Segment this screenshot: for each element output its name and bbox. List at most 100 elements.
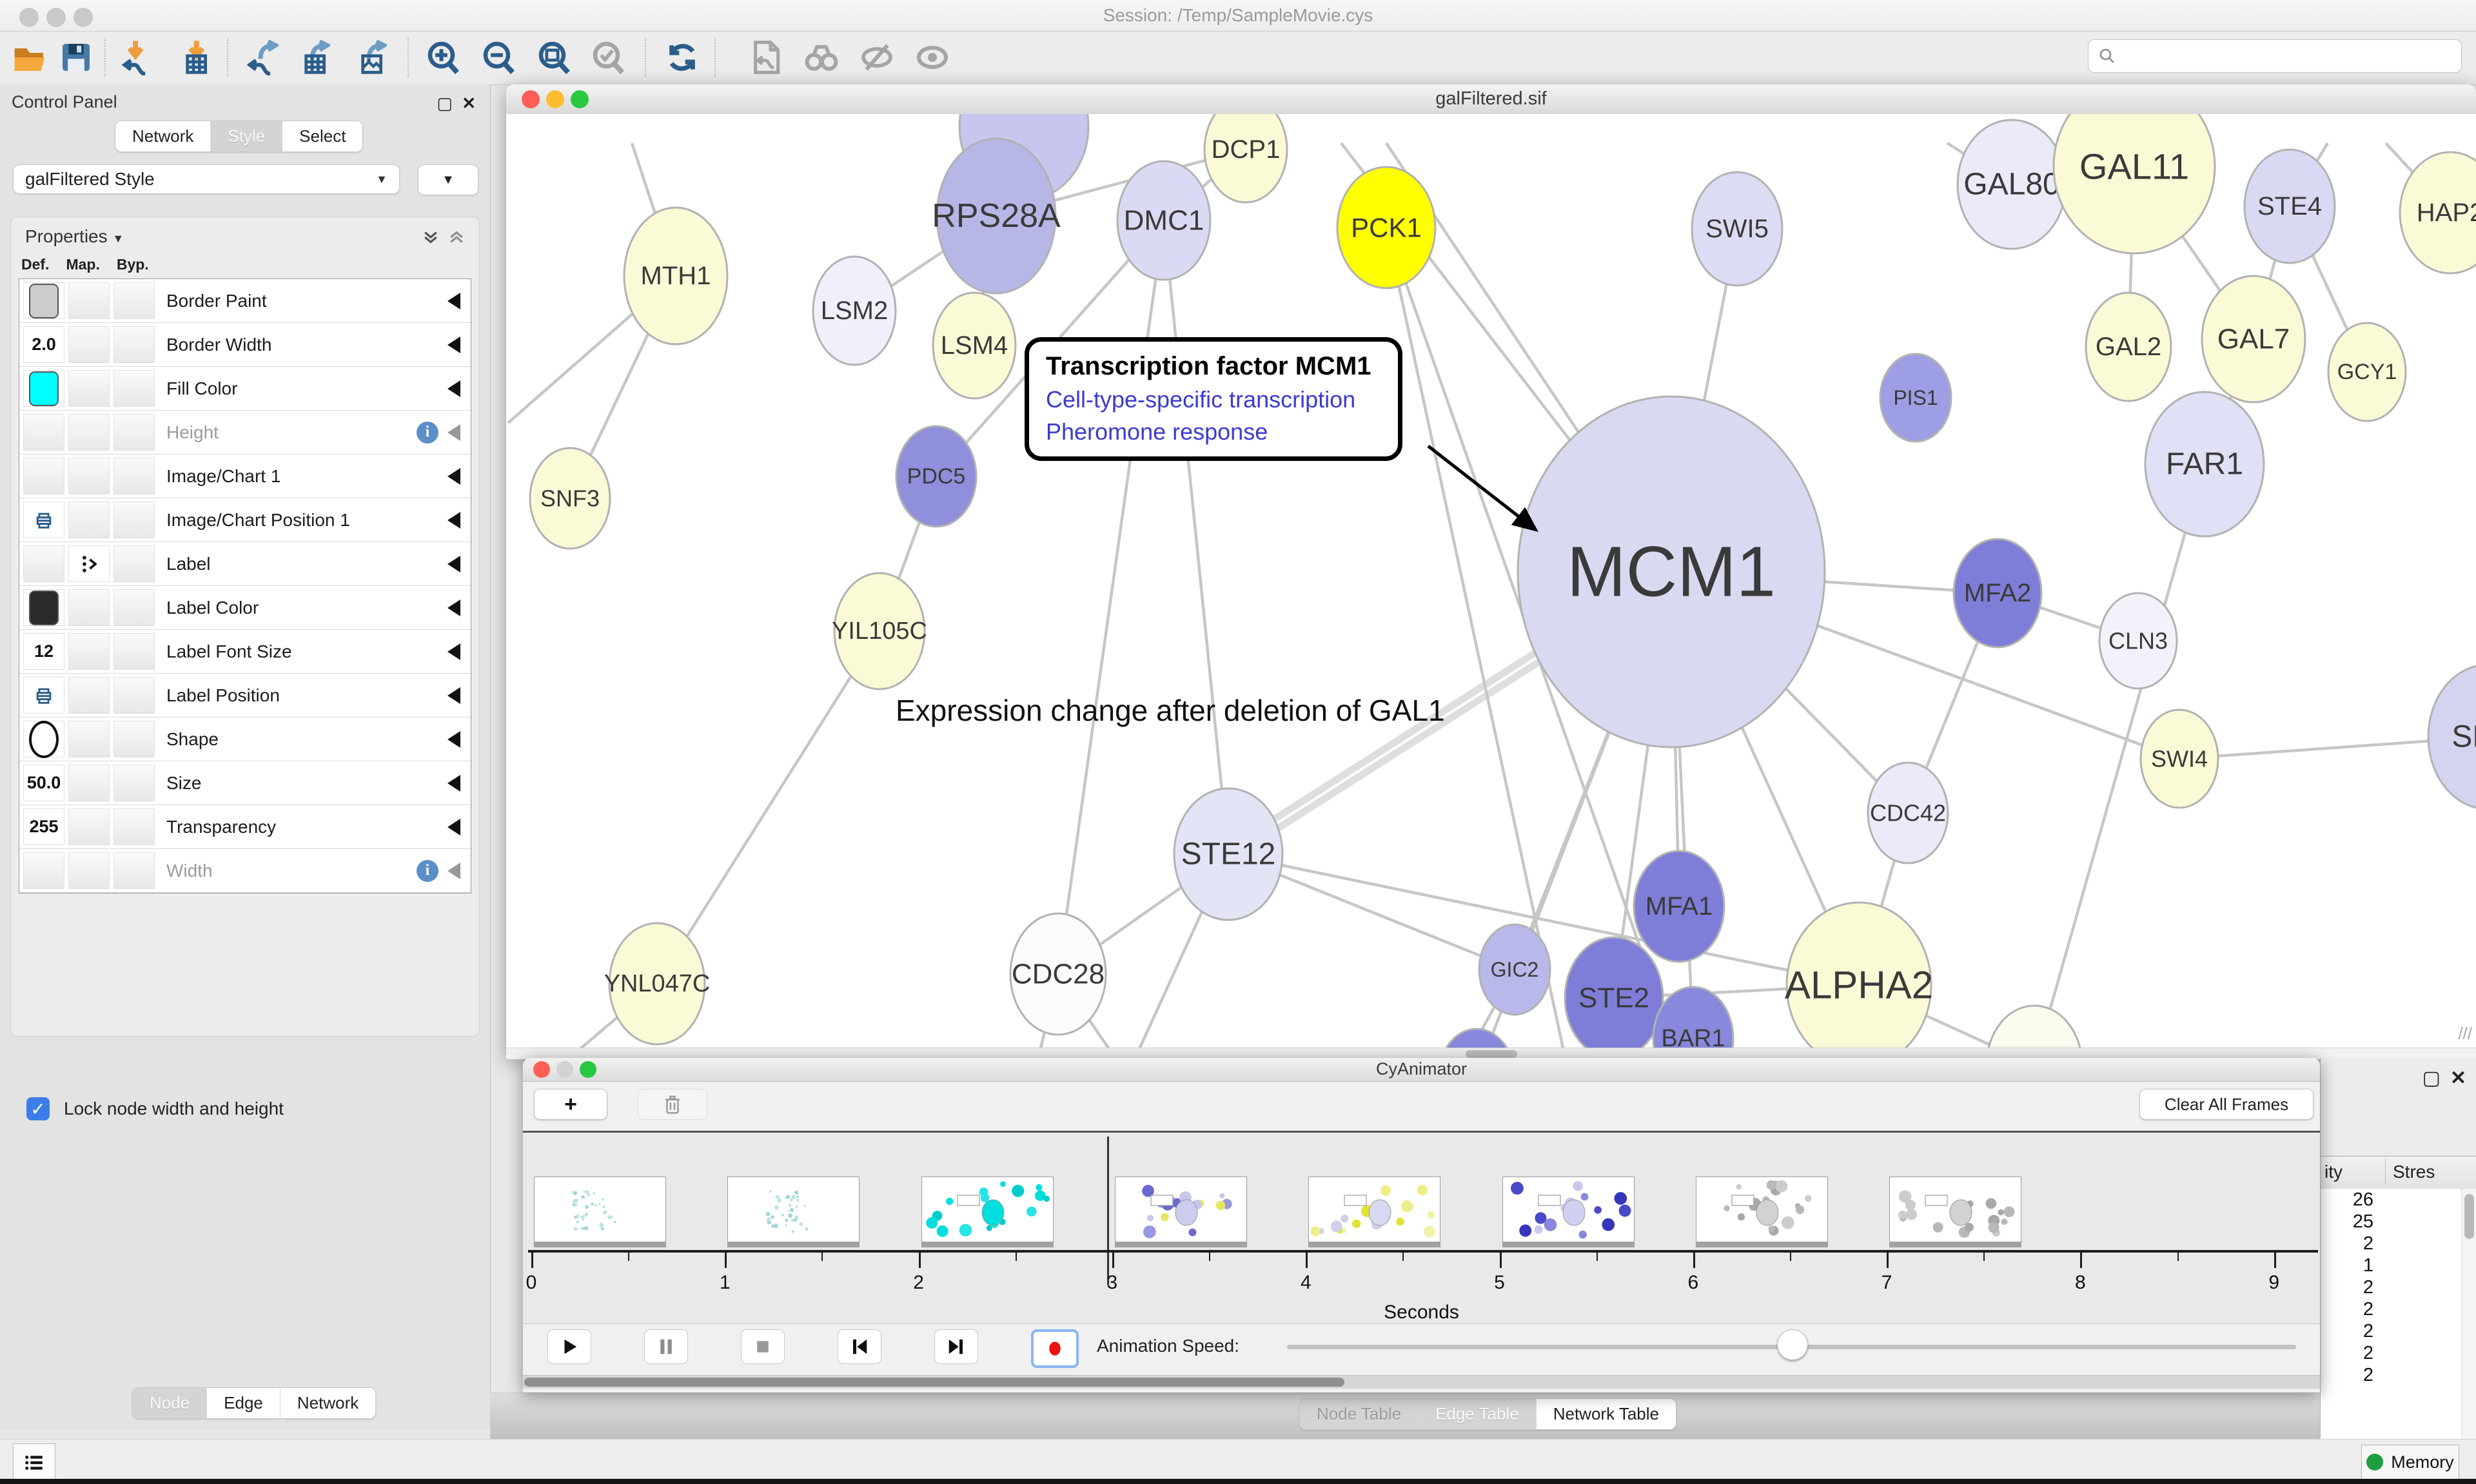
- resize-grip[interactable]: ///: [2458, 1024, 2472, 1044]
- network-node-alpha2[interactable]: ALPHA2: [1785, 903, 1933, 1059]
- network-node-gal11[interactable]: GAL11: [2054, 114, 2215, 253]
- minimize-traffic-light[interactable]: [556, 1061, 573, 1078]
- add-frame-button[interactable]: +: [534, 1089, 607, 1120]
- network-node-slt2[interactable]: SLT2: [2428, 665, 2476, 809]
- bypass-cell[interactable]: [113, 282, 155, 319]
- bypass-cell[interactable]: [113, 458, 155, 494]
- expand-arrow-icon[interactable]: [447, 863, 460, 879]
- network-node-far1[interactable]: FAR1: [2145, 392, 2264, 536]
- memory-button[interactable]: Memory: [2361, 1445, 2459, 1479]
- expand-arrow-icon[interactable]: [447, 731, 460, 748]
- table-cell-value[interactable]: 2: [2321, 1364, 2461, 1386]
- delete-frame-button[interactable]: [638, 1089, 707, 1120]
- tab-select[interactable]: Select: [282, 121, 362, 151]
- table-cell-value[interactable]: 26: [2321, 1189, 2461, 1211]
- annotation-link[interactable]: Cell-type-specific transcription: [1046, 386, 1381, 413]
- network-node-yil105c[interactable]: YIL105C: [832, 573, 927, 689]
- network-node-ste4[interactable]: STE4: [2245, 150, 2335, 263]
- mapping-cell[interactable]: [68, 370, 110, 407]
- expand-arrow-icon[interactable]: [447, 337, 460, 353]
- tab-style[interactable]: Style: [211, 121, 282, 151]
- network-hscroll-thumb[interactable]: [1466, 1050, 1517, 1058]
- maximize-traffic-light[interactable]: [74, 8, 93, 27]
- import-network-icon[interactable]: [115, 37, 156, 78]
- annotation-link[interactable]: Pheromone response: [1046, 418, 1381, 445]
- expand-arrow-icon[interactable]: [447, 468, 460, 485]
- property-row-label-font-size[interactable]: 12Label Font Size: [19, 630, 471, 674]
- mapping-cell[interactable]: [68, 589, 110, 626]
- property-row-label[interactable]: Label: [19, 542, 471, 586]
- chevron-down-icon[interactable]: ▼: [112, 232, 124, 245]
- float-panel-icon[interactable]: ▢: [437, 93, 453, 113]
- mapping-cell[interactable]: [68, 502, 110, 538]
- pause-button[interactable]: [644, 1329, 688, 1364]
- default-cell[interactable]: 12: [23, 633, 64, 670]
- bypass-cell[interactable]: [113, 677, 155, 714]
- save-icon[interactable]: [55, 37, 97, 78]
- network-node-dmc1[interactable]: DMC1: [1117, 161, 1210, 280]
- property-row-fill-color[interactable]: Fill Color: [19, 367, 471, 411]
- property-row-width[interactable]: Widthi: [19, 849, 471, 893]
- network-node-cdc28[interactable]: CDC28: [1010, 913, 1106, 1035]
- default-value[interactable]: 255: [29, 817, 58, 837]
- tab-network-table[interactable]: Network Table: [1537, 1399, 1676, 1429]
- animation-speed-thumb[interactable]: [1777, 1329, 1808, 1360]
- float-panel-icon[interactable]: ▢: [2422, 1067, 2441, 1089]
- stop-button[interactable]: [741, 1329, 785, 1364]
- bypass-cell[interactable]: [113, 545, 155, 582]
- zoom-out-icon[interactable]: [478, 37, 520, 78]
- property-row-shape[interactable]: Shape: [19, 718, 471, 761]
- mapping-cell[interactable]: [68, 282, 110, 319]
- zoom-in-icon[interactable]: [423, 37, 464, 78]
- network-node-gic2[interactable]: GIC2: [1479, 924, 1550, 1015]
- default-cell[interactable]: [23, 414, 64, 451]
- network-node-swi5[interactable]: SWI5: [1692, 172, 1782, 286]
- style-selector[interactable]: galFiltered Style ▼: [13, 164, 400, 194]
- default-cell[interactable]: [23, 458, 64, 494]
- lock-size-row[interactable]: ✓ Lock node width and height: [19, 1097, 284, 1120]
- network-node-mth1[interactable]: MTH1: [624, 208, 727, 344]
- mapping-cell[interactable]: [68, 458, 110, 494]
- close-panel-icon[interactable]: ✕: [462, 93, 476, 113]
- export-image-icon[interactable]: [348, 37, 389, 78]
- bypass-cell[interactable]: [113, 808, 155, 845]
- mapping-cell[interactable]: [68, 852, 110, 889]
- color-swatch[interactable]: [29, 284, 59, 318]
- ellipse-shape-icon[interactable]: [29, 721, 59, 758]
- property-row-transparency[interactable]: 255Transparency: [19, 805, 471, 849]
- refresh-icon[interactable]: [662, 37, 703, 78]
- frame-thumbnail-5[interactable]: [1502, 1176, 1635, 1247]
- tab-edge-table[interactable]: Edge Table: [1419, 1399, 1537, 1429]
- minimize-traffic-light[interactable]: [546, 90, 564, 108]
- default-value[interactable]: 2.0: [32, 335, 56, 355]
- expand-arrow-icon[interactable]: [447, 687, 460, 704]
- bypass-cell[interactable]: [113, 852, 155, 889]
- default-cell[interactable]: 50.0: [23, 765, 64, 801]
- open-folder-icon[interactable]: [9, 37, 50, 78]
- property-row-size[interactable]: 50.0Size: [19, 761, 471, 805]
- default-cell[interactable]: [23, 589, 64, 626]
- network-node-dcp1[interactable]: DCP1: [1204, 114, 1287, 202]
- network-node-ste12[interactable]: STE12: [1174, 788, 1282, 920]
- property-row-label-position[interactable]: Label Position: [19, 674, 471, 718]
- default-cell[interactable]: 255: [23, 808, 64, 845]
- mapping-cell[interactable]: [68, 765, 110, 801]
- table-cell-value[interactable]: 25: [2321, 1211, 2461, 1233]
- tab-network[interactable]: Network: [280, 1388, 375, 1418]
- default-value[interactable]: 12: [34, 641, 54, 661]
- network-canvas[interactable]: RPS28ADCP1DMC1PCK1MTH1LSM2LSM4SNF3PDC5YI…: [506, 114, 2476, 1059]
- property-row-border-paint[interactable]: Border Paint: [19, 279, 471, 323]
- default-cell[interactable]: 2.0: [23, 326, 64, 363]
- property-row-label-color[interactable]: Label Color: [19, 586, 471, 630]
- bypass-cell[interactable]: [113, 414, 155, 451]
- mapping-cell[interactable]: [68, 633, 110, 670]
- network-node-snf3[interactable]: SNF3: [530, 448, 610, 549]
- table-cell-value[interactable]: 2: [2321, 1320, 2461, 1342]
- table-cell-value[interactable]: 2: [2321, 1298, 2461, 1320]
- network-node-lsm4[interactable]: LSM4: [933, 293, 1016, 398]
- expand-arrow-icon[interactable]: [447, 600, 460, 616]
- clear-all-frames-button[interactable]: Clear All Frames: [2139, 1089, 2314, 1120]
- network-node-pis1[interactable]: PIS1: [1880, 354, 1951, 442]
- expand-arrow-icon[interactable]: [447, 380, 460, 397]
- default-cell[interactable]: [23, 721, 64, 757]
